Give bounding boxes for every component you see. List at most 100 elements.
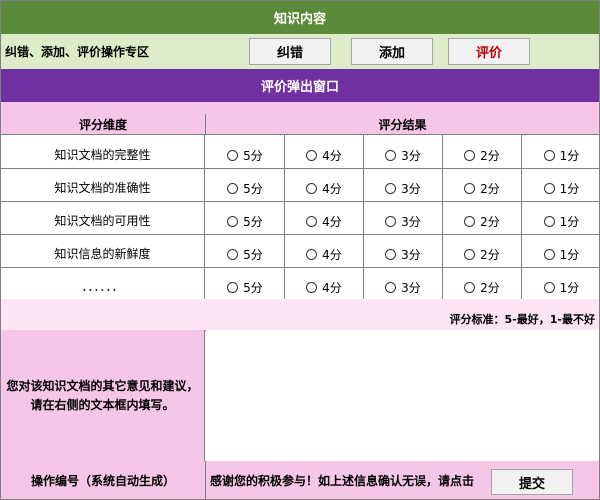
rating-option[interactable]: 3分 [364,201,443,234]
radio-circle-icon[interactable] [227,249,239,260]
radio-circle-icon[interactable] [306,183,318,194]
rating-popup-header: 评价弹出窗口 [1,69,599,102]
operations-zone-label: 纠错、添加、评价操作专区 [5,45,150,59]
rating-option[interactable]: 3分 [364,135,443,168]
rating-option-label: 1分 [559,281,580,295]
rating-option[interactable]: 3分 [364,234,443,267]
radio-circle-icon[interactable] [543,249,555,260]
rating-option-label: 2分 [480,215,500,229]
rating-row: 知识信息的新鲜度 5分 4分 3分 2分 1分 [1,234,599,268]
correct-error-button[interactable]: 纠错 [249,38,331,65]
rating-option-label: 5分 [243,149,263,163]
radio-circle-icon[interactable] [543,282,555,293]
submit-button[interactable]: 提交 [491,469,573,495]
rating-row: 知识文档的完整性 5分 4分 3分 2分 1分 [1,135,599,169]
radio-circle-icon[interactable] [464,249,476,260]
rating-option[interactable]: 5分 [206,168,285,201]
rating-option[interactable]: 4分 [285,135,364,168]
rating-option-label: 1分 [559,149,580,163]
rating-standard-text: 评分标准：5-最好，1-最不好 [449,313,595,326]
add-button[interactable]: 添加 [351,38,433,65]
rating-option[interactable]: 5分 [206,267,285,300]
radio-circle-icon[interactable] [464,282,476,293]
radio-circle-icon[interactable] [385,249,397,260]
rating-row: ．．．．．． 5分 4分 3分 2分 1分 [1,267,599,301]
rating-option-label: 2分 [480,182,500,196]
rating-option-label: 5分 [243,281,263,295]
rating-option-label: 2分 [480,248,500,262]
confirm-message: 感谢您的积极参与！如上述信息确认无误，请点击 [210,473,475,488]
rating-option[interactable]: 4分 [285,234,364,267]
rating-option-label: 5分 [243,215,263,229]
evaluate-button[interactable]: 评价 [448,38,530,65]
rating-option[interactable]: 2分 [443,234,522,267]
comment-row: 您对该知识文档的其它意见和建议，请在右侧的文本框内填写。 [1,330,599,462]
rating-option[interactable]: 1分 [522,234,600,267]
rating-row: 知识文档的可用性 5分 4分 3分 2分 1分 [1,201,599,235]
radio-circle-icon[interactable] [306,282,318,293]
radio-circle-icon[interactable] [385,216,397,227]
rating-option-label: 4分 [322,182,342,196]
rating-option-label: 1分 [559,248,580,262]
rating-option[interactable]: 2分 [443,201,522,234]
rating-option-label: 5分 [243,248,263,262]
rating-option[interactable]: 1分 [522,135,600,168]
rating-option-label: 3分 [401,248,421,262]
radio-circle-icon[interactable] [543,183,555,194]
rating-dimension: 知识文档的完整性 [1,135,205,168]
rating-popup-title: 评价弹出窗口 [260,80,339,95]
rating-standard-row: 评分标准：5-最好，1-最不好 [1,299,599,331]
rating-option-label: 5分 [243,182,263,196]
operation-id-label: 操作编号（系统自动生成） [1,461,206,499]
result-header: 评分结果 [378,117,427,132]
radio-circle-icon[interactable] [543,216,555,227]
rating-option[interactable]: 5分 [206,135,285,168]
radio-circle-icon[interactable] [464,150,476,161]
rating-option-label: 1分 [559,182,580,196]
rating-option-label: 3分 [401,182,421,196]
radio-circle-icon[interactable] [306,150,318,161]
rating-option[interactable]: 1分 [522,267,600,300]
radio-circle-icon[interactable] [385,150,397,161]
rating-table-header: 评分维度 评分结果 [1,102,599,135]
rating-option-label: 2分 [480,281,500,295]
radio-circle-icon[interactable] [464,216,476,227]
rating-option-label: 2分 [480,149,500,163]
radio-circle-icon[interactable] [543,150,555,161]
knowledge-content-title: 知识内容 [273,12,326,27]
rating-option[interactable]: 4分 [285,267,364,300]
rating-option[interactable]: 3分 [364,168,443,201]
radio-circle-icon[interactable] [227,282,239,293]
rating-option[interactable]: 3分 [364,267,443,300]
rating-option[interactable]: 2分 [443,135,522,168]
rating-option[interactable]: 5分 [206,201,285,234]
radio-circle-icon[interactable] [227,216,239,227]
rating-option-label: 4分 [322,215,342,229]
comment-textarea[interactable] [206,330,599,461]
rating-option[interactable]: 2分 [443,267,522,300]
rating-option[interactable]: 1分 [522,168,600,201]
radio-circle-icon[interactable] [306,249,318,260]
rating-option-label: 4分 [322,149,342,163]
rating-option[interactable]: 2分 [443,168,522,201]
rating-option[interactable]: 4分 [285,201,364,234]
rating-option-label: 4分 [322,248,342,262]
radio-circle-icon[interactable] [385,183,397,194]
rating-option[interactable]: 1分 [522,201,600,234]
radio-circle-icon[interactable] [306,216,318,227]
footer-row: 操作编号（系统自动生成） 感谢您的积极参与！如上述信息确认无误，请点击 提交 [1,461,599,499]
knowledge-content-header: 知识内容 [1,1,599,34]
rating-option-label: 4分 [322,281,342,295]
rating-row: 知识文档的准确性 5分 4分 3分 2分 1分 [1,168,599,202]
radio-circle-icon[interactable] [385,282,397,293]
dimension-header: 评分维度 [1,114,206,134]
comment-label: 您对该知识文档的其它意见和建议，请在右侧的文本框内填写。 [1,330,205,461]
rating-option[interactable]: 5分 [206,234,285,267]
radio-circle-icon[interactable] [227,150,239,161]
rating-option[interactable]: 4分 [285,168,364,201]
rating-option-label: 3分 [401,215,421,229]
operations-zone: 纠错、添加、评价操作专区 纠错 添加 评价 [1,34,599,70]
knowledge-feedback-form: 知识内容 纠错、添加、评价操作专区 纠错 添加 评价 评价弹出窗口 评分维度 评… [0,0,600,500]
radio-circle-icon[interactable] [464,183,476,194]
radio-circle-icon[interactable] [227,183,239,194]
